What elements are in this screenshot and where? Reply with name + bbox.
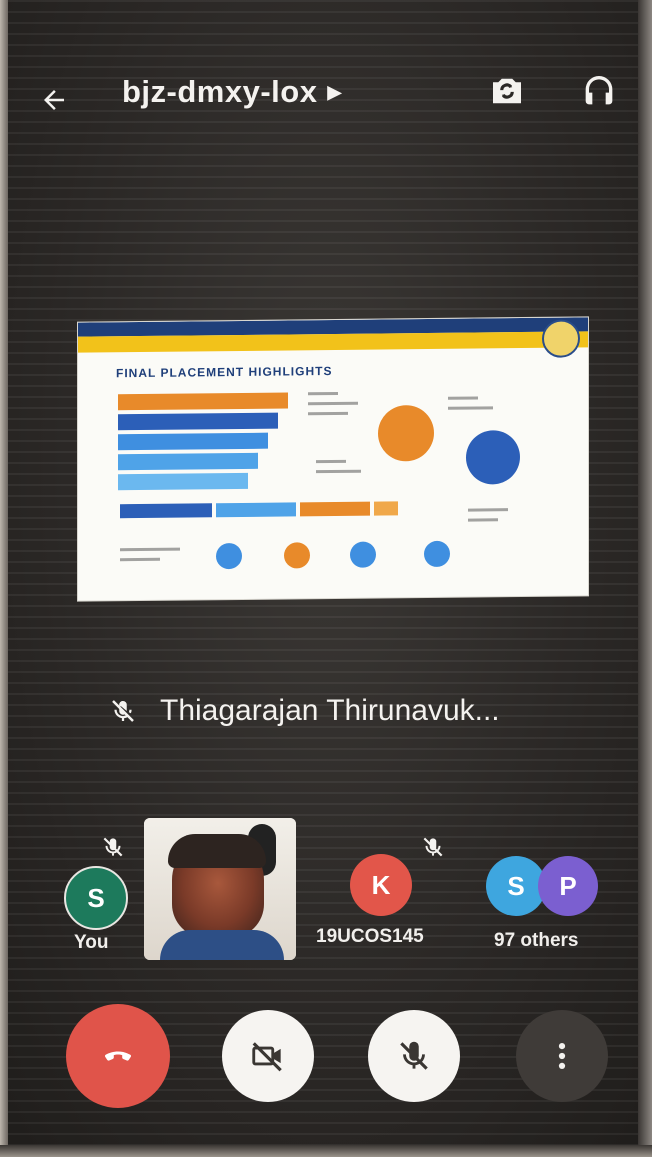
mic-off-icon [112, 700, 134, 722]
slide-bar [118, 392, 288, 411]
slide-icon [424, 540, 450, 568]
slide-circle [378, 404, 434, 462]
slide-tile [374, 501, 398, 516]
camera-off-icon [252, 1042, 282, 1072]
photo-frame-edge [638, 0, 652, 1157]
slide-tile [300, 501, 370, 517]
slide-tile [216, 502, 296, 518]
slide-text [468, 518, 498, 522]
back-button[interactable] [32, 78, 76, 122]
switch-camera-button[interactable] [484, 68, 530, 114]
camera-toggle-button[interactable] [222, 1010, 314, 1102]
slide-text [120, 557, 160, 562]
slide-text [448, 396, 478, 400]
slide-icon [284, 542, 310, 569]
slide-text [316, 469, 361, 474]
participant-tile[interactable]: K 19UCOS145 [316, 820, 460, 960]
participant-tile-others[interactable]: S P 97 others [482, 820, 612, 960]
more-options-button[interactable] [516, 1010, 608, 1102]
microphone-toggle-button[interactable] [368, 1010, 460, 1102]
slide-bar [118, 472, 248, 491]
slide-bar [118, 452, 258, 471]
participant-name: You [74, 932, 109, 953]
avatar: P [538, 856, 598, 916]
audio-output-button[interactable] [576, 68, 622, 114]
participant-strip: S You K 19UCOS145 S P 97 others [0, 810, 652, 970]
avatar: S [64, 866, 128, 930]
end-call-button[interactable] [66, 1004, 170, 1108]
avatar: K [350, 854, 412, 916]
slide-text [448, 406, 493, 410]
end-call-icon [104, 1051, 132, 1061]
college-logo [542, 319, 580, 358]
top-bar: bjz-dmxy-lox ▶ [0, 60, 652, 120]
meeting-code-button[interactable]: bjz-dmxy-lox ▶ [122, 74, 342, 110]
slide-text [308, 391, 338, 396]
photo-frame-edge [0, 1145, 652, 1157]
active-speaker: Thiagarajan Thirunavuk... [108, 694, 500, 728]
call-controls [0, 1000, 652, 1110]
person-shirt [160, 930, 284, 960]
participant-name: 97 others [494, 930, 579, 951]
participant-name: 19UCOS145 [316, 926, 424, 947]
headphones-icon [585, 76, 613, 105]
slide-bar [118, 412, 278, 431]
slide-icon [350, 541, 376, 568]
participant-tile-you[interactable]: S You [56, 820, 136, 960]
slide-text [308, 411, 348, 416]
slide-text [308, 401, 358, 406]
slide-tile [120, 503, 212, 519]
mic-off-icon [400, 1041, 428, 1070]
slide-text [316, 459, 346, 464]
more-vert-icon [558, 1042, 566, 1070]
arrow-back-icon [44, 90, 64, 110]
shared-presentation: FINAL PLACEMENT HIGHLIGHTS [78, 317, 588, 601]
slide-text [120, 547, 180, 552]
meeting-code: bjz-dmxy-lox [122, 74, 318, 109]
slide-bar [118, 432, 268, 451]
slide-heading: FINAL PLACEMENT HIGHLIGHTS [116, 364, 333, 381]
photo-frame-edge [0, 0, 8, 1157]
speaker-name: Thiagarajan Thirunavuk... [160, 694, 500, 727]
participant-video-tile[interactable] [144, 818, 296, 960]
slide-icon [216, 542, 242, 570]
switch-camera-icon [493, 78, 521, 104]
slide-circle [466, 430, 520, 485]
slide-text [468, 508, 508, 512]
person-hair [168, 834, 266, 868]
mic-off-icon [103, 837, 123, 857]
avatar: S [486, 856, 546, 916]
mic-off-icon [423, 837, 443, 857]
caret-right-icon: ▶ [327, 81, 342, 102]
